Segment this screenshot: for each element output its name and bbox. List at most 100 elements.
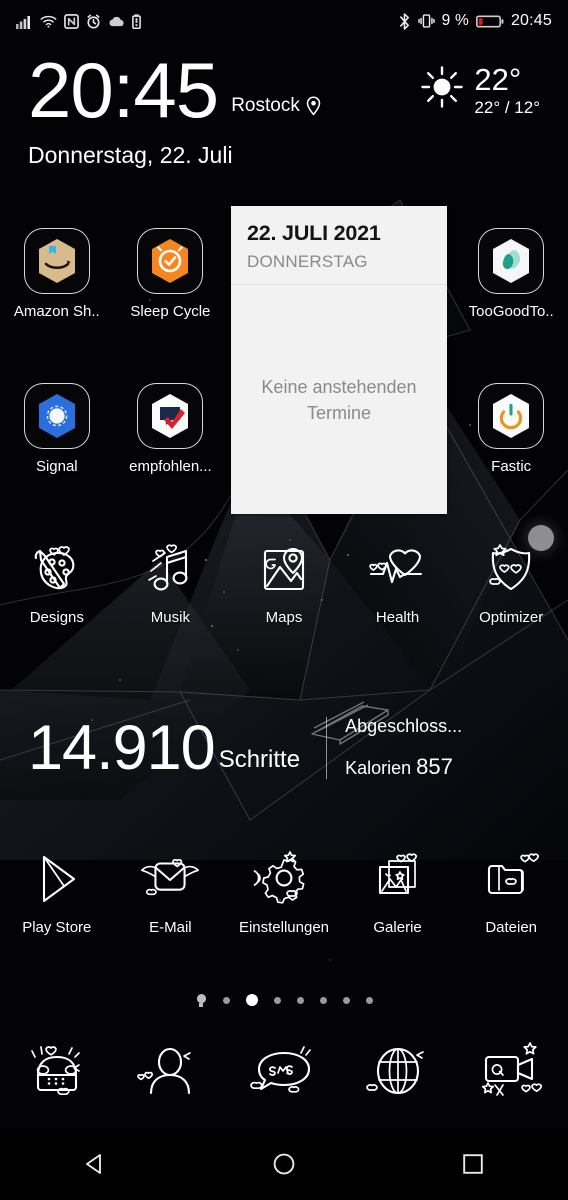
globe-browser-icon bbox=[365, 1047, 424, 1095]
heart-pulse-icon bbox=[365, 538, 431, 600]
location-pin-icon bbox=[306, 96, 321, 116]
app-label: TooGoodTo.. bbox=[468, 303, 554, 320]
page-dot[interactable] bbox=[365, 996, 373, 1004]
app-amazon-shopping[interactable]: Amazon Sh.. bbox=[0, 228, 114, 320]
home-button[interactable] bbox=[236, 1140, 332, 1188]
amazon-shopping-icon bbox=[23, 228, 90, 294]
app-row-4: Play Store E-Mail Einstellungen Galerie … bbox=[0, 848, 568, 936]
app-galerie[interactable]: Galerie bbox=[341, 848, 455, 936]
page-dot-home[interactable] bbox=[196, 993, 207, 1007]
step-counter-widget[interactable]: 14.910 Schritte Abgeschloss... Kalorien … bbox=[0, 696, 568, 800]
battery-percent: 9 % bbox=[441, 12, 469, 29]
app-label: E-Mail bbox=[149, 919, 192, 936]
location-area[interactable]: Rostock bbox=[231, 95, 322, 117]
calendar-date: 22. JULI 2021 bbox=[247, 221, 381, 245]
play-store-icon bbox=[24, 848, 90, 910]
dock-item-sms[interactable] bbox=[227, 1037, 341, 1103]
battery-icon bbox=[475, 14, 504, 28]
app-musik[interactable]: Musik bbox=[114, 538, 228, 626]
app-label: Dateien bbox=[485, 919, 538, 936]
step-divider bbox=[326, 717, 328, 779]
contacts-person-icon bbox=[137, 1047, 192, 1095]
folder-icon bbox=[478, 848, 544, 910]
page-dot[interactable] bbox=[296, 996, 304, 1004]
step-calories-value: 857 bbox=[416, 754, 453, 779]
palette-icon bbox=[24, 538, 90, 600]
status-bar-right: 9 % 20:45 bbox=[398, 12, 552, 30]
step-calories-label: Kalorien bbox=[345, 758, 412, 778]
sms-bubble-icon bbox=[250, 1046, 311, 1093]
date-label: Donnerstag, 22. Juli bbox=[28, 142, 233, 169]
wifi-icon bbox=[40, 15, 57, 28]
fastic-icon bbox=[478, 383, 545, 449]
signal-bars-icon bbox=[16, 15, 30, 29]
camera-icon bbox=[482, 1042, 543, 1096]
app-label: Fastic bbox=[491, 458, 532, 475]
app-label: Signal bbox=[35, 458, 78, 475]
app-toogoodtogo[interactable]: TooGoodTo.. bbox=[454, 228, 568, 320]
weather-area[interactable]: 22° 22° / 12° bbox=[419, 52, 540, 116]
recents-square-icon bbox=[463, 1154, 484, 1174]
app-label: Designs bbox=[29, 609, 84, 626]
app-label: Musik bbox=[150, 609, 190, 626]
empfohlen-icon bbox=[137, 383, 204, 449]
clock-time: 20:45 bbox=[28, 46, 219, 134]
app-signal[interactable]: Signal bbox=[0, 383, 114, 475]
vibrate-icon bbox=[417, 14, 435, 28]
calendar-widget[interactable]: 22. JULI 2021 DONNERSTAG Keine anstehend… bbox=[231, 206, 447, 514]
step-side-stats: Abgeschloss... Kalorien 857 bbox=[345, 716, 462, 780]
alarm-icon bbox=[87, 14, 100, 28]
calendar-weekday: DONNERSTAG bbox=[247, 252, 368, 271]
app-health[interactable]: Health bbox=[341, 538, 455, 626]
step-main: 14.910 Schritte bbox=[28, 712, 300, 783]
page-dot[interactable] bbox=[319, 996, 327, 1004]
city-label: Rostock bbox=[231, 95, 300, 116]
sleep-cycle-icon bbox=[137, 228, 204, 294]
weather-temperature: 22° bbox=[474, 62, 522, 97]
back-button[interactable] bbox=[47, 1140, 143, 1188]
clock-area[interactable]: 20:45 Rostock bbox=[28, 46, 322, 134]
page-dot[interactable] bbox=[342, 996, 350, 1004]
dock-item-contacts[interactable] bbox=[114, 1037, 228, 1103]
status-bar: 9 % 20:45 bbox=[0, 0, 568, 42]
app-designs[interactable]: Designs bbox=[0, 538, 114, 626]
gallery-icon bbox=[365, 848, 431, 910]
app-empfohlen[interactable]: empfohlen... bbox=[114, 383, 228, 475]
calendar-header: 22. JULI 2021 DONNERSTAG bbox=[231, 206, 447, 285]
cloud-icon bbox=[109, 16, 124, 26]
dock-item-phone[interactable] bbox=[0, 1037, 114, 1103]
recents-button[interactable] bbox=[425, 1140, 521, 1188]
step-count: 14.910 bbox=[28, 712, 216, 783]
gear-icon bbox=[251, 848, 317, 910]
app-play-store[interactable]: Play Store bbox=[0, 848, 114, 936]
maps-icon bbox=[251, 538, 317, 600]
app-sleep-cycle[interactable]: Sleep Cycle bbox=[114, 228, 228, 320]
status-bar-clock: 20:45 bbox=[510, 12, 552, 29]
shield-icon bbox=[478, 538, 544, 600]
page-dot-active[interactable] bbox=[245, 994, 258, 1006]
navigation-bar bbox=[0, 1128, 568, 1200]
app-dateien[interactable]: Dateien bbox=[454, 848, 568, 936]
app-einstellungen[interactable]: Einstellungen bbox=[227, 848, 341, 936]
app-label: Optimizer bbox=[479, 609, 544, 626]
step-calories: Kalorien 857 bbox=[345, 754, 462, 780]
app-label: Amazon Sh.. bbox=[13, 303, 100, 320]
app-label: Health bbox=[375, 609, 420, 626]
clock-weather-widget[interactable]: 20:45 Rostock 22° 22° / 12° Donnerstag, … bbox=[0, 46, 568, 192]
app-label: empfohlen... bbox=[129, 458, 212, 475]
page-indicator[interactable] bbox=[0, 988, 568, 1012]
app-label: Sleep Cycle bbox=[130, 303, 211, 320]
page-dot[interactable] bbox=[222, 996, 230, 1004]
nfc-icon bbox=[64, 13, 79, 29]
page-dot[interactable] bbox=[273, 996, 281, 1004]
app-optimizer[interactable]: Optimizer bbox=[454, 538, 568, 626]
weather-range: 22° / 12° bbox=[474, 97, 540, 117]
signal-messenger-icon bbox=[23, 383, 90, 449]
app-email[interactable]: E-Mail bbox=[114, 848, 228, 936]
dock-item-browser[interactable] bbox=[341, 1037, 455, 1103]
app-maps[interactable]: Maps bbox=[227, 538, 341, 626]
app-fastic[interactable]: Fastic bbox=[454, 383, 568, 475]
dock-item-camera[interactable] bbox=[454, 1037, 568, 1103]
app-label: Einstellungen bbox=[238, 919, 330, 936]
calendar-empty-message: Keine anstehenden Termine bbox=[261, 376, 417, 423]
